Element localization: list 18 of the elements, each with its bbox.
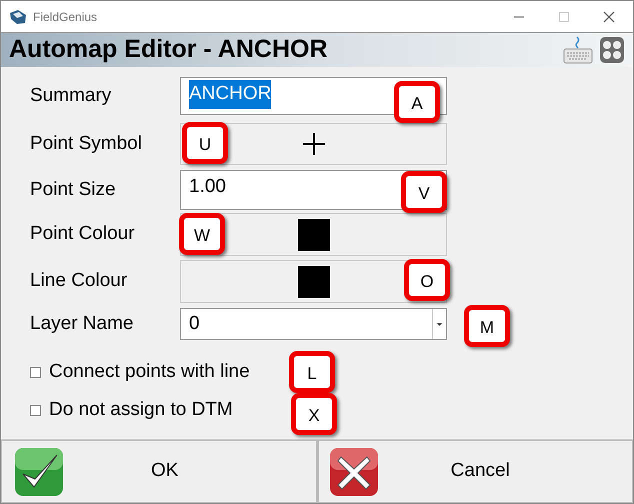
field-label: Line Colour	[30, 269, 128, 294]
hotkey-tooltip: U	[182, 122, 228, 164]
field-label: Summary	[30, 84, 112, 108]
dialog-title: Automap Editor - ANCHOR	[9, 34, 328, 66]
hotkey-tooltip: M	[464, 305, 510, 347]
field-label: Point Colour	[30, 222, 136, 246]
window-title: FieldGenius	[33, 8, 98, 26]
field-label: Layer Name	[30, 312, 134, 336]
hotkey-tooltip: O	[404, 259, 450, 301]
checkbox-label: Connect points with line	[49, 360, 250, 384]
hotkey-tooltip: X	[291, 393, 337, 435]
hotkey-tooltip: L	[289, 351, 335, 393]
hotkey-tooltip: W	[179, 213, 225, 255]
hotkey-tooltip: A	[394, 81, 440, 123]
hotkey-tooltip: V	[401, 171, 447, 213]
field-label: Point Symbol	[30, 132, 143, 156]
checkbox-label: Do not assign to DTM	[49, 398, 233, 422]
field-label: Point Size	[30, 178, 117, 202]
